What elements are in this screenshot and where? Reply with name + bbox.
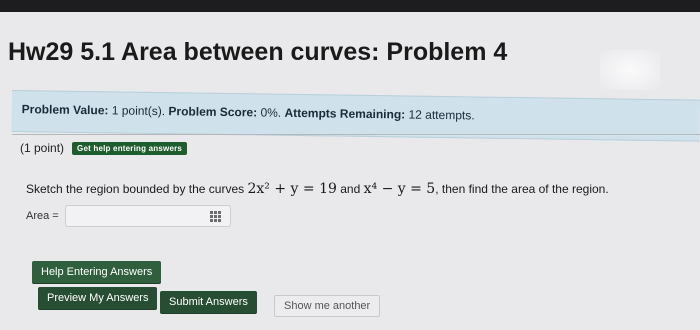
problem-score: 0%. — [260, 105, 282, 120]
problem-value: 1 point(s). — [111, 103, 166, 119]
problem-box: (1 point) Get help entering answers Sket… — [12, 134, 700, 330]
curve-1: 2x² + y = 19 — [247, 181, 337, 197]
problem-value-label: Problem Value: — [21, 102, 109, 118]
keypad-icon[interactable] — [209, 211, 222, 222]
question-text: Sketch the region bounded by the curves … — [26, 181, 609, 197]
page-title: Hw29 5.1 Area between curves: Problem 4 — [8, 38, 508, 66]
points-label: (1 point) — [20, 141, 65, 155]
area-input[interactable] — [64, 205, 231, 227]
screen-glare — [600, 50, 660, 90]
question-suffix: , then find the area of the region. — [435, 182, 609, 196]
area-label: Area = — [26, 210, 59, 222]
area-row: Area = — [26, 205, 231, 227]
submit-answers-button[interactable]: Submit Answers — [160, 291, 257, 313]
top-bar — [0, 0, 700, 12]
help-entering-answers-button[interactable]: Help Entering Answers — [32, 261, 162, 283]
show-me-another-button[interactable]: Show me another — [274, 295, 381, 317]
attempts-remaining: 12 attempts. — [408, 107, 475, 123]
problem-score-label: Problem Score: — [168, 104, 258, 120]
question-connector: and — [340, 182, 361, 196]
curve-2: x⁴ − y = 5 — [363, 181, 436, 197]
question-prefix: Sketch the region bounded by the curves — [26, 182, 245, 196]
attempts-label: Attempts Remaining: — [284, 105, 406, 122]
points-row: (1 point) Get help entering answers — [20, 141, 188, 155]
help-entering-answers-tag[interactable]: Get help entering answers — [72, 141, 188, 155]
preview-answers-button[interactable]: Preview My Answers — [38, 287, 158, 309]
